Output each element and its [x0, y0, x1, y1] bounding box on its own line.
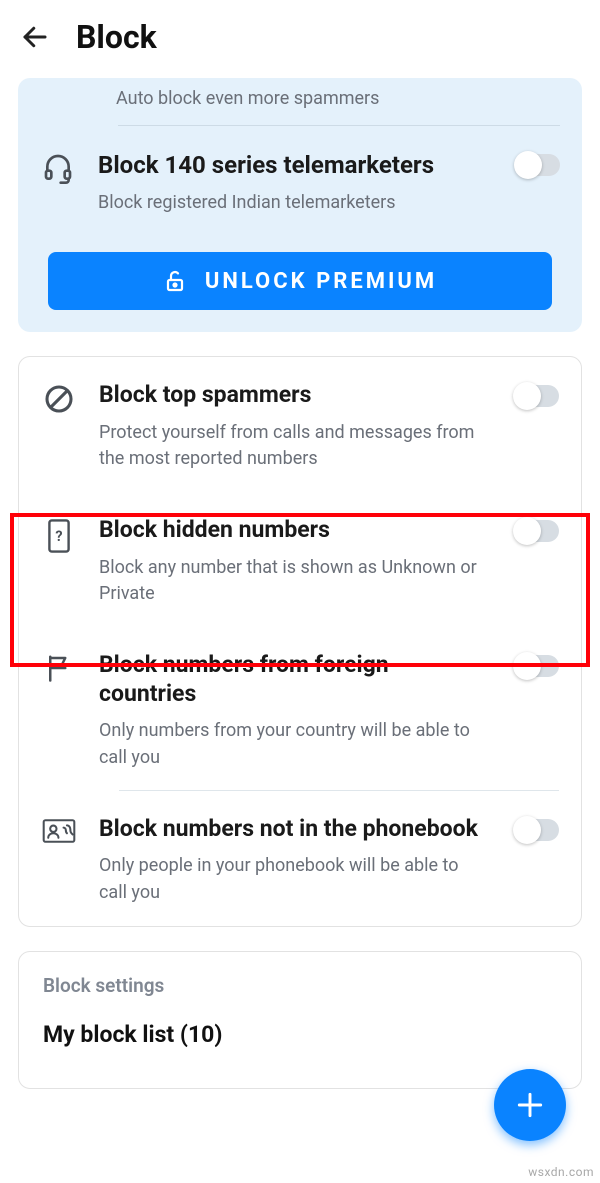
row-phonebook: Block numbers not in the phonebook Only …	[19, 791, 581, 926]
foreign-sub: Only numbers from your country will be a…	[99, 718, 487, 770]
telemarketers-toggle[interactable]	[510, 150, 560, 176]
unlock-icon	[163, 269, 187, 293]
foreign-toggle[interactable]	[509, 651, 559, 677]
phonebook-toggle[interactable]	[509, 815, 559, 841]
contact-card-icon	[41, 815, 77, 845]
plus-icon	[514, 1089, 546, 1121]
unlock-premium-label: UNLOCK PREMIUM	[205, 269, 437, 294]
phonebook-title: Block numbers not in the phonebook	[99, 815, 487, 844]
my-block-list-title[interactable]: My block list (10)	[19, 1005, 581, 1048]
telemarketers-title: Block 140 series telemarketers	[98, 150, 488, 180]
settings-card: Block top spammers Protect yourself from…	[18, 356, 582, 927]
foreign-title: Block numbers from foreign countries	[99, 651, 487, 709]
unlock-premium-button[interactable]: UNLOCK PREMIUM	[48, 252, 552, 310]
phone-unknown-icon: ?	[41, 516, 77, 554]
hidden-numbers-sub: Block any number that is shown as Unknow…	[99, 555, 487, 607]
flag-icon	[41, 651, 77, 683]
back-button[interactable]	[20, 22, 50, 52]
top-spammers-toggle[interactable]	[509, 381, 559, 407]
row-top-spammers: Block top spammers Protect yourself from…	[19, 357, 581, 492]
block-settings-label: Block settings	[19, 952, 581, 1005]
block-list-card: Block settings My block list (10)	[18, 951, 582, 1089]
row-hidden-numbers: ? Block hidden numbers Block any number …	[19, 492, 581, 627]
hidden-numbers-title: Block hidden numbers	[99, 516, 487, 545]
arrow-left-icon	[20, 22, 50, 52]
block-icon	[41, 381, 77, 415]
svg-text:?: ?	[55, 528, 62, 545]
phonebook-sub: Only people in your phonebook will be ab…	[99, 853, 487, 905]
row-foreign-countries: Block numbers from foreign countries Onl…	[19, 627, 581, 791]
app-header: Block	[0, 0, 600, 78]
auto-block-sub: Auto block even more spammers	[18, 88, 582, 119]
watermark: wsxdn.com	[528, 1165, 594, 1179]
row-telemarketers: Block 140 series telemarketers Block reg…	[18, 126, 582, 236]
hidden-numbers-toggle[interactable]	[509, 516, 559, 542]
page-title: Block	[76, 18, 157, 56]
telemarketers-sub: Block registered Indian telemarketers	[98, 190, 488, 216]
add-button[interactable]	[494, 1069, 566, 1141]
top-spammers-sub: Protect yourself from calls and messages…	[99, 420, 487, 472]
premium-card: Auto block even more spammers Block 140 …	[18, 78, 582, 332]
top-spammers-title: Block top spammers	[99, 381, 487, 410]
headset-icon	[40, 150, 76, 184]
